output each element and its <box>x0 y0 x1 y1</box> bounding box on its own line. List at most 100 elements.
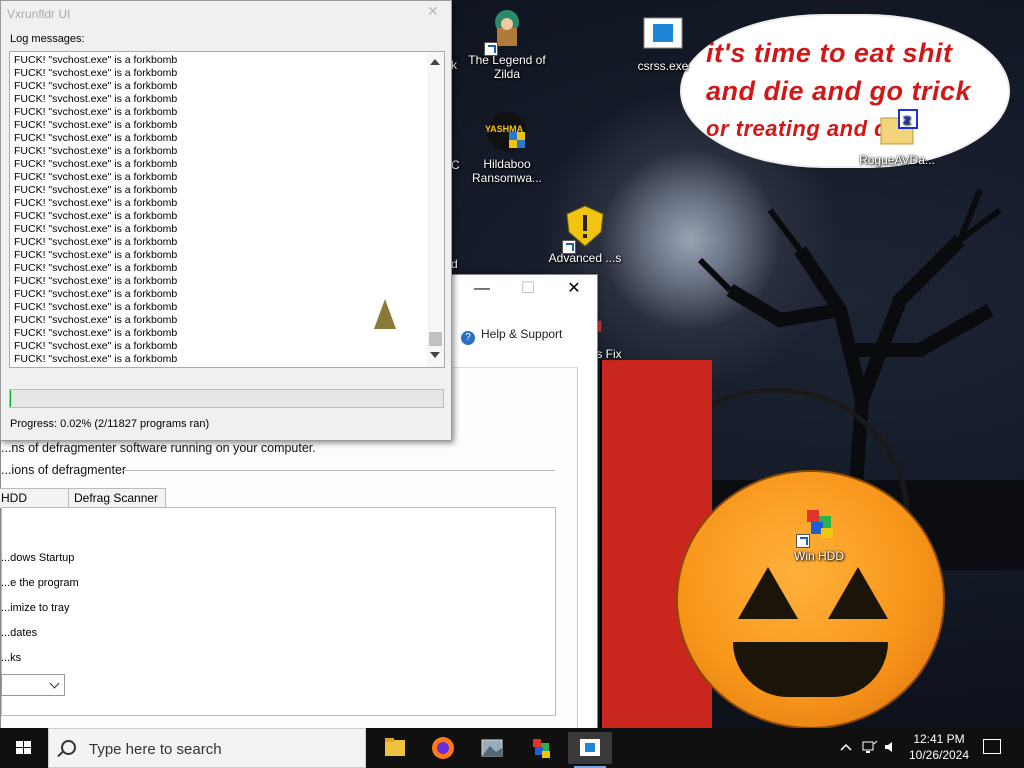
desktop-icon-label-partial: d <box>451 257 458 271</box>
desktop-icon-win-hdd[interactable]: Win HDD <box>780 502 858 563</box>
option-tasks[interactable]: ...ks <box>1 652 21 664</box>
log-line: FUCK! "svchost.exe" is a forkbomb <box>14 106 178 118</box>
zipped-folder-icon: z <box>880 109 918 145</box>
taskbar-app-window[interactable] <box>568 732 612 768</box>
log-line: FUCK! "svchost.exe" is a forkbomb <box>14 249 178 261</box>
log-line: FUCK! "svchost.exe" is a forkbomb <box>14 314 178 326</box>
taskbar-photos[interactable] <box>470 732 514 764</box>
taskbar-winhdd[interactable] <box>519 732 563 764</box>
scroll-thumb[interactable] <box>429 332 442 346</box>
option-minimize-to-tray[interactable]: ...imize to tray <box>1 602 69 614</box>
close-button[interactable]: ✕ <box>427 3 439 20</box>
log-line: FUCK! "svchost.exe" is a forkbomb <box>14 93 178 105</box>
desktop-icon-hildaboo-ransomware[interactable]: Hildaboo Ransomwa... <box>468 110 546 185</box>
log-line: FUCK! "svchost.exe" is a forkbomb <box>14 262 178 274</box>
desktop-icon-label: RogueAVDa... <box>859 153 935 167</box>
mouse-cursor-icon <box>374 299 396 329</box>
log-line: FUCK! "svchost.exe" is a forkbomb <box>14 353 178 365</box>
log-line: FUCK! "svchost.exe" is a forkbomb <box>14 119 178 131</box>
log-line: FUCK! "svchost.exe" is a forkbomb <box>14 236 178 248</box>
progress-text: Progress: 0.02% (2/11827 programs ran) <box>10 418 210 430</box>
scroll-up-icon[interactable] <box>430 59 440 65</box>
log-line: FUCK! "svchost.exe" is a forkbomb <box>14 171 178 183</box>
network-icon[interactable] <box>862 740 878 754</box>
desktop-icon-rogueavda[interactable]: z RogueAVDa... <box>858 106 936 167</box>
log-line: FUCK! "svchost.exe" is a forkbomb <box>14 67 178 79</box>
desktop-icon-advanced[interactable]: Advanced ...s <box>546 204 624 265</box>
speech-line-2: and die and go trick <box>706 76 972 106</box>
taskbar-file-explorer[interactable] <box>373 732 417 764</box>
log-line: FUCK! "svchost.exe" is a forkbomb <box>14 223 178 235</box>
clock-time: 12:41 PM <box>913 732 965 746</box>
log-line: FUCK! "svchost.exe" is a forkbomb <box>14 80 178 92</box>
shortcut-arrow-icon <box>484 42 498 56</box>
shortcut-arrow-icon <box>562 240 576 254</box>
log-line: FUCK! "svchost.exe" is a forkbomb <box>14 327 178 339</box>
desktop-icon-label: Advanced ...s <box>548 251 622 265</box>
speech-line-1: it's time to eat shit <box>706 38 953 68</box>
firefox-icon <box>432 737 454 759</box>
taskbar-firefox[interactable] <box>421 732 465 764</box>
chevron-up-icon[interactable] <box>840 742 852 752</box>
shortcut-arrow-icon <box>796 534 810 548</box>
desktop-icon-label: Hildaboo Ransomwa... <box>471 157 543 185</box>
maximize-button[interactable]: ☐ <box>505 275 551 305</box>
notification-center-icon[interactable] <box>983 739 1001 754</box>
log-line: FUCK! "svchost.exe" is a forkbomb <box>14 132 178 144</box>
system-tray <box>838 728 900 768</box>
defrag-section-title: ...ions of defragmenter <box>1 463 127 477</box>
log-line: FUCK! "svchost.exe" is a forkbomb <box>14 275 178 287</box>
vxrunfldr-window[interactable]: Vxrunfldr UI ✕ Log messages: FUCK! "svch… <box>0 0 452 441</box>
tab-panel <box>1 507 556 716</box>
taskbar: Type here to search 12:41 PM 10/26/2024 <box>0 728 1024 768</box>
log-lines: FUCK! "svchost.exe" is a forkbomb FUCK! "… <box>14 54 177 366</box>
search-box[interactable]: Type here to search <box>48 728 366 768</box>
yashma-badge-text: YASHMA <box>485 124 524 134</box>
start-button[interactable] <box>0 728 48 768</box>
tab-defrag-scanner[interactable]: Defrag Scanner <box>68 488 166 508</box>
svg-text:z: z <box>903 113 911 128</box>
option-windows-startup[interactable]: ...dows Startup <box>1 552 74 564</box>
app-window-icon <box>580 739 600 756</box>
option-select-dropdown[interactable] <box>1 674 65 696</box>
defrag-description: ...ns of defragmenter software running o… <box>1 441 316 455</box>
clock[interactable]: 12:41 PM 10/26/2024 <box>904 731 974 763</box>
photos-icon <box>481 739 503 757</box>
log-line: FUCK! "svchost.exe" is a forkbomb <box>14 210 178 222</box>
log-messages-label: Log messages: <box>10 33 85 45</box>
help-support-link[interactable]: ? Help & Support <box>461 327 562 345</box>
desktop-icon-label: csrss.exe <box>637 59 689 73</box>
desktop-icon-csrss[interactable]: csrss.exe <box>624 12 702 73</box>
scroll-down-icon[interactable] <box>430 352 440 358</box>
log-line: FUCK! "svchost.exe" is a forkbomb <box>14 158 178 170</box>
volume-icon[interactable] <box>884 740 898 754</box>
clock-date: 10/26/2024 <box>908 748 970 762</box>
windows-logo-icon <box>16 741 32 755</box>
log-scrollbar[interactable] <box>427 52 444 367</box>
log-line: FUCK! "svchost.exe" is a forkbomb <box>14 197 178 209</box>
log-line: FUCK! "svchost.exe" is a forkbomb <box>14 288 178 300</box>
help-icon: ? <box>461 331 475 345</box>
option-updates[interactable]: ...dates <box>1 627 37 639</box>
window-title: Vxrunfldr UI <box>7 7 71 21</box>
log-line: FUCK! "svchost.exe" is a forkbomb <box>14 301 178 313</box>
section-divider <box>123 470 555 471</box>
desktop-icon-legend-of-zilda[interactable]: The Legend of Zilda <box>468 6 546 81</box>
tab-hdd-repair[interactable]: HDD Repair <box>0 488 69 524</box>
progress-bar <box>9 389 444 408</box>
app-window-icon <box>643 17 683 49</box>
log-line: FUCK! "svchost.exe" is a forkbomb <box>14 340 178 352</box>
minimize-button[interactable]: — <box>459 275 505 305</box>
log-line: FUCK! "svchost.exe" is a forkbomb <box>14 184 178 196</box>
desktop-icon-label: Win HDD <box>794 549 844 563</box>
search-placeholder: Type here to search <box>89 741 222 758</box>
close-button[interactable]: ✕ <box>551 275 597 305</box>
search-icon <box>61 740 76 755</box>
desktop-icon-label-partial: C <box>451 158 460 172</box>
winhdd-icon <box>533 739 550 758</box>
speech-line-3: or treating and die! <box>706 116 916 141</box>
help-support-label: Help & Support <box>481 327 563 341</box>
option-program[interactable]: ...e the program <box>1 577 79 589</box>
file-explorer-icon <box>385 738 405 756</box>
defrag-title-bar[interactable]: — ☐ ✕ <box>453 275 597 305</box>
